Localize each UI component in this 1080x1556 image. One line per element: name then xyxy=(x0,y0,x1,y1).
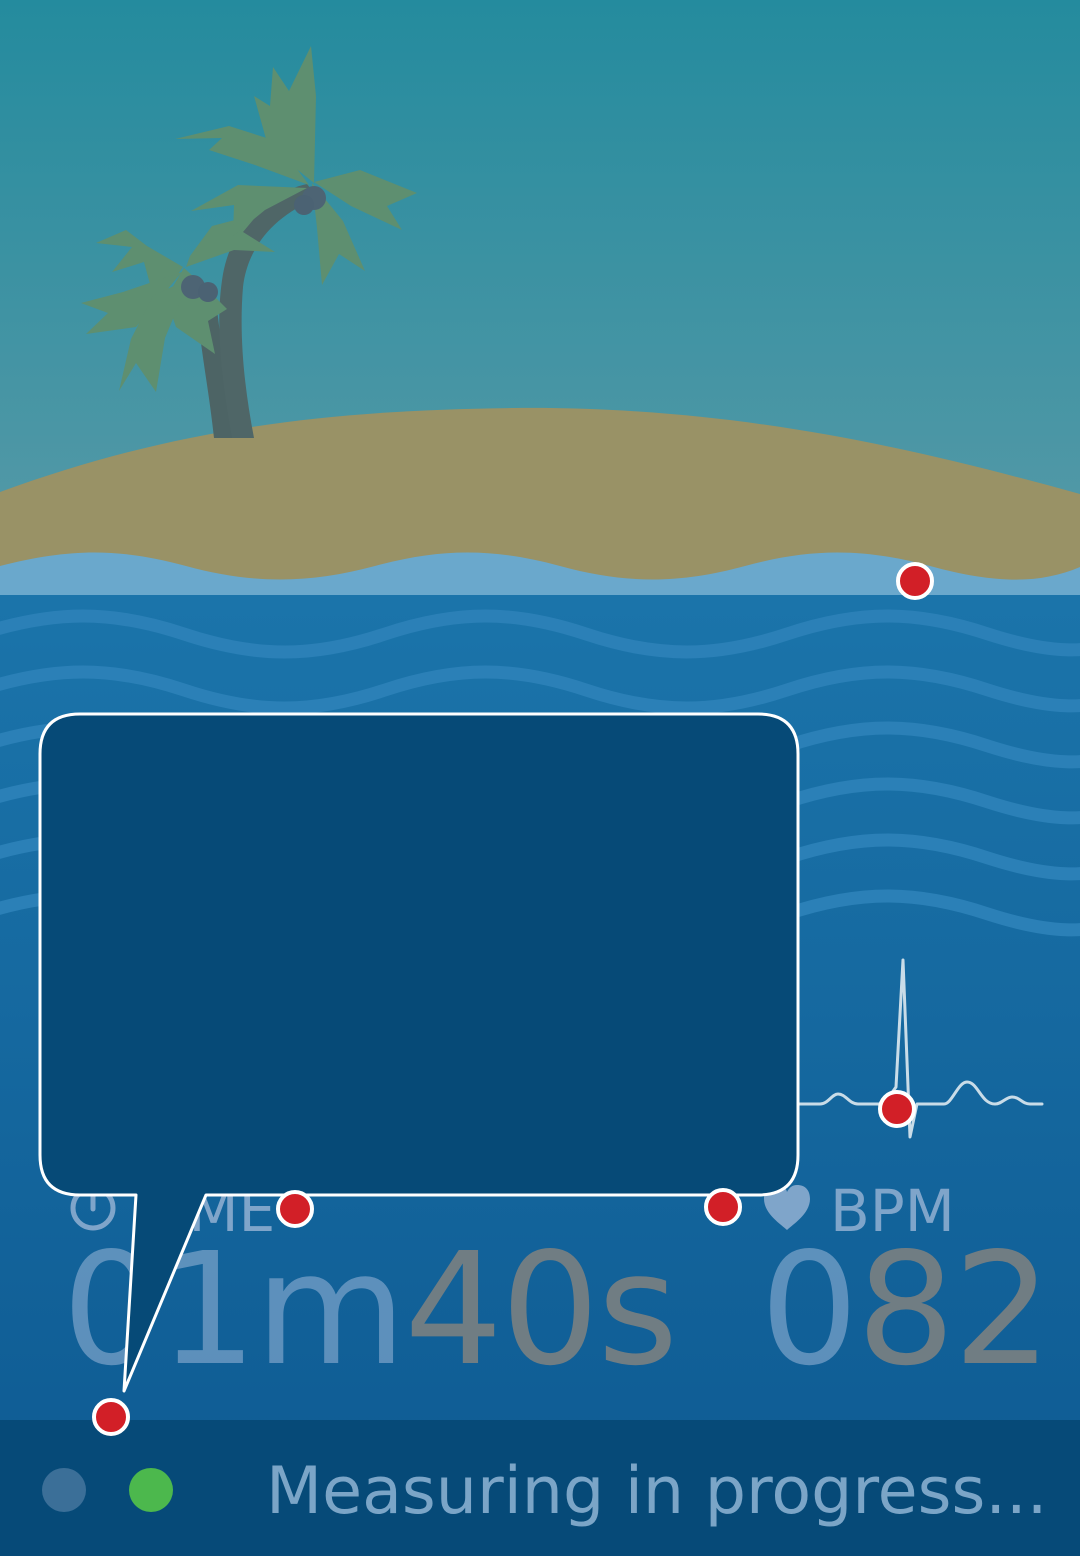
callout-marker[interactable] xyxy=(92,1398,130,1436)
bpm-prefix: 0 xyxy=(760,1219,859,1400)
inactive-status-dot xyxy=(42,1468,86,1512)
measurement-status: Measuring in progress... xyxy=(266,1454,1048,1529)
elapsed-time-suffix: 40s xyxy=(404,1219,678,1400)
status-bar: Measuring in progress... xyxy=(0,1420,1080,1556)
time-marker[interactable] xyxy=(276,1190,314,1228)
pulse-marker[interactable] xyxy=(878,1090,916,1128)
elapsed-time-prefix: 01m xyxy=(62,1219,406,1400)
shore-marker[interactable] xyxy=(896,562,934,600)
active-status-dot xyxy=(129,1468,173,1512)
elapsed-time-value: 01m40s xyxy=(62,1232,678,1387)
bpm-suffix: 82 xyxy=(856,1219,1052,1400)
bpm-value: 082 xyxy=(760,1232,1060,1387)
bpm-marker[interactable] xyxy=(704,1188,742,1226)
